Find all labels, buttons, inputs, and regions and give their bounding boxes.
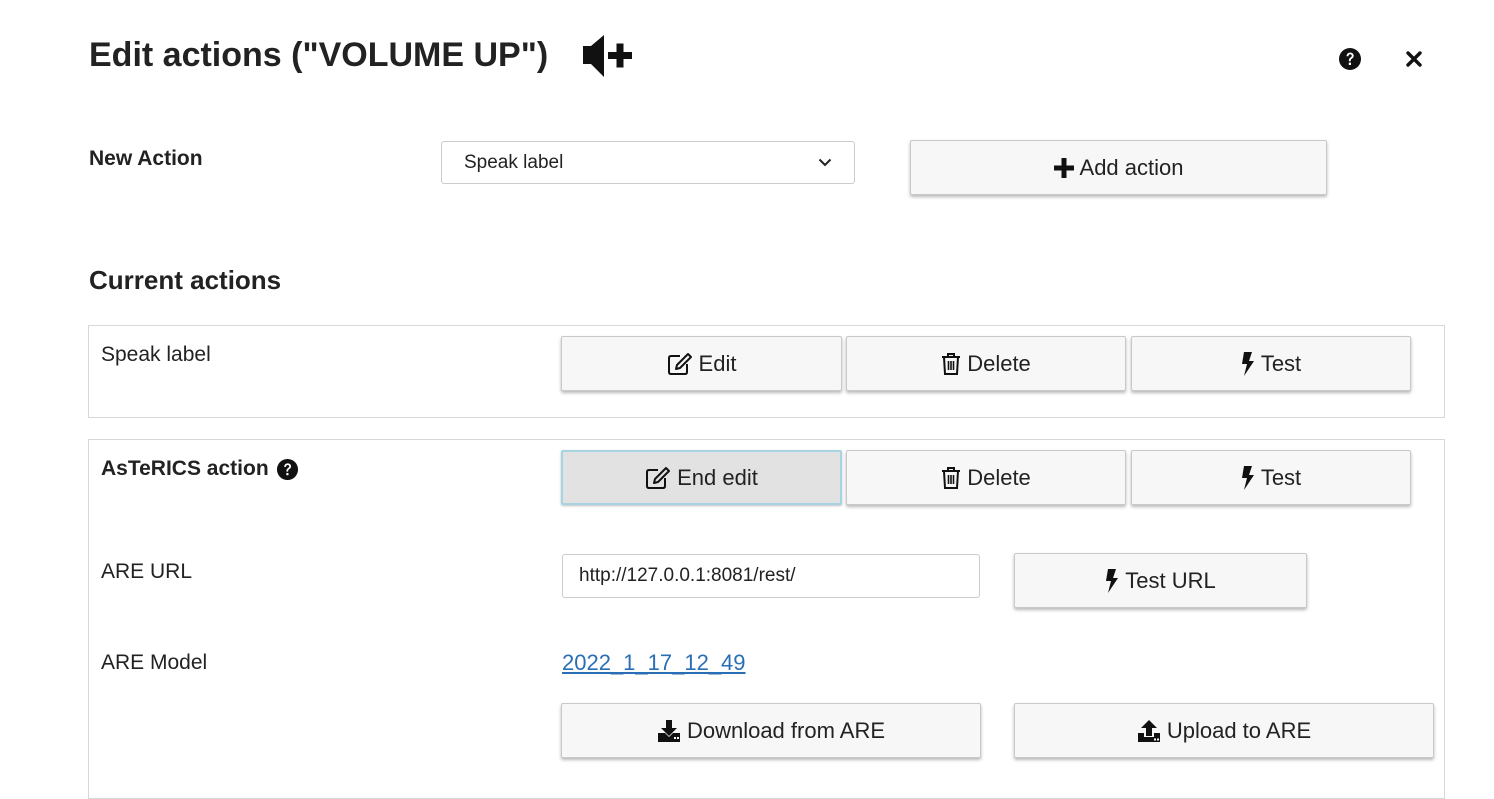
download-from-are-button[interactable]: Download from ARE bbox=[561, 703, 981, 758]
are-model-link[interactable]: 2022_1_17_12_49 bbox=[562, 650, 746, 676]
download-icon bbox=[657, 719, 680, 742]
delete-button-label: Delete bbox=[967, 464, 1031, 490]
are-url-input-value: http://127.0.0.1:8081/rest/ bbox=[579, 565, 796, 586]
bolt-icon bbox=[1241, 351, 1254, 376]
test-url-button-label: Test URL bbox=[1125, 567, 1216, 593]
question-circle-icon bbox=[1339, 48, 1361, 70]
end-edit-button-label: End edit bbox=[677, 464, 758, 490]
end-edit-button[interactable]: End edit bbox=[561, 450, 842, 505]
close-button[interactable] bbox=[1397, 42, 1431, 76]
action-label: AsTeRICS action bbox=[101, 457, 269, 480]
upload-to-are-button[interactable]: Upload to ARE bbox=[1014, 703, 1434, 758]
action-type-select[interactable]: Speak label bbox=[441, 141, 855, 184]
bolt-icon bbox=[1106, 568, 1119, 593]
asterics-action-title: AsTeRICS action bbox=[101, 457, 299, 481]
new-action-label: New Action bbox=[89, 147, 203, 170]
edit-icon bbox=[667, 352, 692, 375]
add-action-button-label: Add action bbox=[1079, 154, 1184, 180]
edit-button-label: Edit bbox=[698, 350, 737, 376]
test-button-label: Test bbox=[1260, 464, 1302, 490]
upload-to-are-button-label: Upload to ARE bbox=[1166, 717, 1312, 743]
bolt-icon bbox=[1241, 465, 1254, 490]
volume-up-icon bbox=[582, 33, 634, 79]
are-url-label: ARE URL bbox=[101, 560, 193, 583]
chevron-down-icon bbox=[818, 158, 832, 167]
action-type-select-value: Speak label bbox=[464, 151, 564, 173]
edit-button[interactable]: Edit bbox=[561, 336, 842, 391]
action-label: Speak label bbox=[101, 343, 211, 366]
are-model-label: ARE Model bbox=[101, 651, 208, 674]
are-url-input[interactable]: http://127.0.0.1:8081/rest/ bbox=[562, 554, 980, 598]
dialog-title: Edit actions ("VOLUME UP") bbox=[89, 36, 549, 74]
plus-icon bbox=[1053, 157, 1074, 178]
delete-button-label: Delete bbox=[967, 350, 1031, 376]
add-action-button[interactable]: Add action bbox=[910, 140, 1327, 195]
question-circle-icon[interactable] bbox=[276, 458, 299, 481]
download-from-are-button-label: Download from ARE bbox=[686, 717, 886, 743]
current-actions-heading: Current actions bbox=[89, 265, 282, 295]
test-button[interactable]: Test bbox=[1131, 450, 1411, 505]
delete-button[interactable]: Delete bbox=[846, 336, 1126, 391]
test-button-label: Test bbox=[1260, 350, 1302, 376]
test-button[interactable]: Test bbox=[1131, 336, 1411, 391]
trash-icon bbox=[942, 352, 961, 375]
delete-button[interactable]: Delete bbox=[846, 450, 1126, 505]
trash-icon bbox=[942, 466, 961, 489]
test-url-button[interactable]: Test URL bbox=[1014, 553, 1307, 608]
edit-icon bbox=[646, 466, 671, 489]
upload-icon bbox=[1137, 719, 1160, 742]
close-icon bbox=[1406, 51, 1422, 67]
help-button[interactable] bbox=[1333, 42, 1367, 76]
